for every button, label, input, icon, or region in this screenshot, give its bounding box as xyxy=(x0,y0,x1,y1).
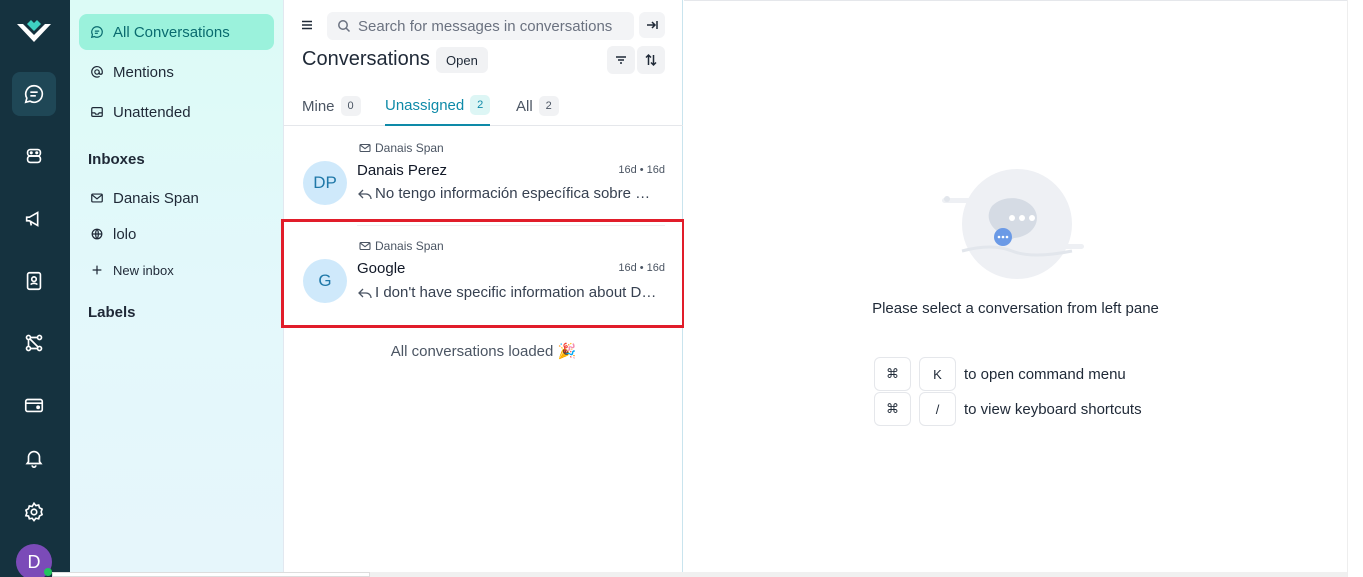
sidebar-item-unattended[interactable]: Unattended xyxy=(79,94,274,130)
conversations-icon xyxy=(24,84,44,104)
tab-count: 0 xyxy=(340,96,361,116)
kbd-key: K xyxy=(919,357,956,391)
tab-all[interactable]: All 2 xyxy=(516,86,559,126)
status-filter-chip[interactable]: Open xyxy=(436,47,488,73)
bell-icon xyxy=(25,450,43,468)
conversation-inbox: Danais Span xyxy=(359,141,444,155)
sidebar-item-mentions[interactable]: Mentions xyxy=(79,54,274,90)
sidebar-item-label: lolo xyxy=(113,225,137,243)
online-status-dot xyxy=(44,568,52,576)
vertical-scrollbar[interactable] xyxy=(1347,0,1363,577)
contacts-icon xyxy=(26,271,42,291)
nav-automation-button[interactable] xyxy=(12,321,56,365)
last-message: No tengo información específica sobre Da… xyxy=(357,185,660,202)
sidebar-item-label: Mentions xyxy=(113,63,174,81)
bot-icon xyxy=(26,148,42,164)
nav-settings-button[interactable] xyxy=(12,490,56,534)
nav-campaigns-button[interactable] xyxy=(12,197,56,241)
kbd-key: / xyxy=(919,392,956,426)
reply-icon xyxy=(358,189,372,199)
tab-count: 2 xyxy=(470,95,491,115)
sidebar-item-label: Danais Span xyxy=(113,189,199,207)
filter-icon xyxy=(616,56,626,64)
menu-icon[interactable] xyxy=(300,18,314,32)
nav-bot-button[interactable] xyxy=(12,134,56,178)
sort-button[interactable] xyxy=(637,46,665,74)
nav-conversations-button[interactable] xyxy=(12,72,56,116)
tab-unassigned[interactable]: Unassigned 2 xyxy=(385,86,491,126)
inboxes-heading: Inboxes xyxy=(88,151,145,168)
labels-heading[interactable]: Labels xyxy=(88,304,136,321)
search-icon xyxy=(338,20,351,33)
conversation-time: 16d • 16d xyxy=(618,164,665,176)
wallet-icon xyxy=(24,398,44,413)
conversation-item[interactable]: DP Danais Span Danais Perez 16d • 16d No… xyxy=(284,128,683,226)
conversation-list-pane: Conversations Open Mine 0 Unassigned 2 A… xyxy=(281,0,685,572)
shortcut-command-menu: ⌘ K to open command menu xyxy=(874,357,1126,391)
empty-chat-illustration xyxy=(942,169,1084,279)
highlight-box xyxy=(281,219,685,328)
contact-name: Danais Perez xyxy=(357,162,448,179)
flow-icon xyxy=(25,334,43,352)
sidebar-item-inbox-lolo[interactable]: lolo xyxy=(79,216,274,252)
new-inbox-button[interactable]: New inbox xyxy=(79,252,274,288)
chat-icon xyxy=(90,25,104,39)
tab-count: 2 xyxy=(538,96,559,116)
conversation-tabs: Mine 0 Unassigned 2 All 2 xyxy=(284,86,683,126)
kbd-key: ⌘ xyxy=(874,392,911,426)
plus-icon xyxy=(90,263,104,277)
search-input[interactable] xyxy=(358,17,628,35)
empty-state-message: Please select a conversation from left p… xyxy=(872,300,1159,317)
nav-notifications-button[interactable] xyxy=(12,436,56,480)
sidebar-item-label: Unattended xyxy=(113,103,191,121)
new-inbox-label: New inbox xyxy=(113,262,174,278)
page-title: Conversations xyxy=(302,48,430,70)
nav-contacts-button[interactable] xyxy=(12,259,56,303)
secondary-sidebar: All Conversations Mentions Unattended In… xyxy=(70,0,283,572)
tab-mine[interactable]: Mine 0 xyxy=(302,86,361,126)
at-icon xyxy=(90,65,104,79)
sidebar-item-all-conversations[interactable]: All Conversations xyxy=(79,14,274,50)
shortcut-label: to view keyboard shortcuts xyxy=(964,400,1142,418)
inbox-icon xyxy=(90,105,104,119)
inbox-name: Danais Span xyxy=(375,141,444,155)
contact-avatar: DP xyxy=(303,161,347,205)
sort-icon xyxy=(645,53,657,67)
kbd-key: ⌘ xyxy=(874,357,911,391)
collapse-arrow-icon xyxy=(647,21,658,29)
mail-icon xyxy=(90,191,104,205)
scrollbar-thumb[interactable] xyxy=(52,572,370,577)
shortcut-keyboard-shortcuts: ⌘ / to view keyboard shortcuts xyxy=(874,392,1142,426)
sidebar-item-label: All Conversations xyxy=(113,23,230,41)
sidebar-item-inbox-danais-span[interactable]: Danais Span xyxy=(79,180,274,216)
app-logo[interactable] xyxy=(15,16,53,48)
shortcut-label: to open command menu xyxy=(964,365,1126,383)
tab-label: Unassigned xyxy=(385,96,465,114)
all-loaded-message: All conversations loaded 🎉 xyxy=(390,343,577,360)
last-message-text: No tengo información específica sobre Da… xyxy=(375,185,660,202)
nav-billing-button[interactable] xyxy=(12,383,56,427)
globe-icon xyxy=(90,227,104,241)
tab-label: Mine xyxy=(302,97,335,115)
primary-nav-rail: D xyxy=(0,0,70,577)
collapse-sidebar-button[interactable] xyxy=(639,12,665,38)
gear-icon xyxy=(24,501,44,522)
conversation-detail-pane: Please select a conversation from left p… xyxy=(684,0,1347,572)
horizontal-scrollbar[interactable] xyxy=(52,572,1347,577)
mail-icon xyxy=(359,143,371,153)
filter-button[interactable] xyxy=(607,46,635,74)
megaphone-icon xyxy=(25,211,39,227)
tab-label: All xyxy=(516,97,533,115)
search-box[interactable] xyxy=(327,12,634,40)
